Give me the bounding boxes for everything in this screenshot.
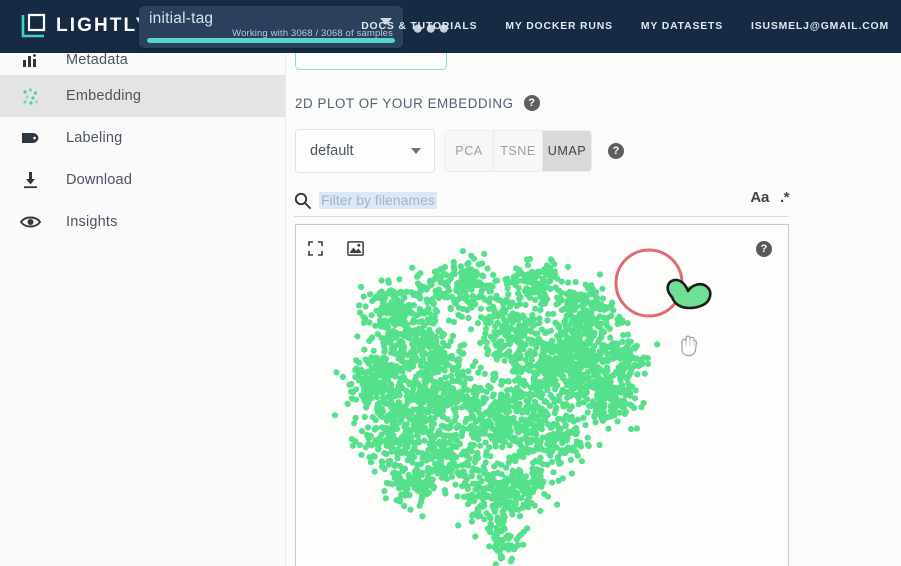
- embedding-plot-panel[interactable]: ?: [295, 224, 789, 566]
- search-icon: [294, 192, 311, 214]
- nav-docs-tutorials[interactable]: DOCS & TUTORIALS: [361, 21, 477, 32]
- tag-name: initial-tag: [149, 10, 214, 27]
- search-tool-buttons: Aa .*: [750, 189, 789, 206]
- chevron-down-icon: [411, 148, 421, 154]
- sidebar-item-download-label: Download: [66, 172, 133, 188]
- download-icon: [14, 171, 46, 189]
- plot-toolbar: [308, 241, 364, 261]
- nav-account-email[interactable]: ISUSMELJ@GMAIL.COM: [751, 21, 889, 32]
- nav-my-docker-runs[interactable]: MY DOCKER RUNS: [505, 21, 613, 32]
- nav-my-datasets[interactable]: MY DATASETS: [641, 21, 723, 32]
- eye-icon: [14, 215, 46, 229]
- top-header-bar: LIGHTLY initial-tag Working with 3068 / …: [0, 0, 901, 53]
- scatter-dots-icon: [14, 87, 46, 106]
- tag-icon: [14, 131, 46, 145]
- help-circle-icon[interactable]: ?: [523, 95, 540, 111]
- brand-logo[interactable]: LIGHTLY: [20, 12, 150, 39]
- sidebar-item-embedding-label: Embedding: [66, 88, 142, 104]
- projection-button-tsne[interactable]: TSNE: [494, 131, 543, 171]
- projection-help-icon[interactable]: ?: [608, 143, 624, 159]
- scatter-plot-canvas[interactable]: [296, 225, 788, 566]
- brand-name: LIGHTLY: [56, 15, 151, 36]
- sidebar-item-embedding[interactable]: Embedding: [0, 75, 285, 117]
- tag-progress-fill: [147, 38, 395, 43]
- search-input[interactable]: Filter by filenames: [319, 192, 437, 209]
- embedding-select-value: default: [310, 143, 354, 159]
- projection-toggle-group: PCA TSNE UMAP: [444, 130, 592, 172]
- match-case-button[interactable]: Aa: [750, 189, 769, 206]
- section-header: 2D PLOT OF YOUR EMBEDDING ?: [295, 95, 540, 111]
- plot-help-icon[interactable]: ?: [756, 241, 772, 257]
- sidebar-item-metadata-label: Metadata: [66, 52, 129, 68]
- plot-controls: default PCA TSNE UMAP ?: [295, 129, 624, 173]
- scatter-points: [331, 248, 709, 566]
- regex-button[interactable]: .*: [780, 189, 790, 206]
- plot-fullscreen-button[interactable]: [308, 241, 323, 261]
- tag-progress-bar: [147, 38, 395, 43]
- search-underline: [294, 216, 789, 217]
- sidebar-item-insights-label: Insights: [66, 214, 118, 230]
- plot-screenshot-button[interactable]: [347, 241, 364, 261]
- main-content: 2D PLOT OF YOUR EMBEDDING ? default PCA …: [285, 46, 901, 566]
- page-title: 2D PLOT OF YOUR EMBEDDING: [295, 95, 514, 111]
- sidebar: Metadata Embedding Labeling Download Ins…: [0, 52, 286, 566]
- sidebar-item-labeling[interactable]: Labeling: [0, 117, 285, 159]
- sidebar-item-download[interactable]: Download: [0, 159, 285, 201]
- embedding-select[interactable]: default: [295, 129, 435, 173]
- filename-filter-row: Filter by filenames Aa .*: [294, 189, 790, 217]
- app-root: LIGHTLY initial-tag Working with 3068 / …: [0, 0, 901, 566]
- lightly-logo-icon: [20, 12, 47, 39]
- bar-chart-icon: [14, 53, 46, 68]
- projection-button-pca[interactable]: PCA: [445, 131, 494, 171]
- projection-button-umap[interactable]: UMAP: [543, 131, 591, 171]
- sidebar-item-insights[interactable]: Insights: [0, 201, 285, 243]
- primary-nav: DOCS & TUTORIALS MY DOCKER RUNS MY DATAS…: [361, 0, 889, 53]
- sidebar-item-labeling-label: Labeling: [66, 130, 123, 146]
